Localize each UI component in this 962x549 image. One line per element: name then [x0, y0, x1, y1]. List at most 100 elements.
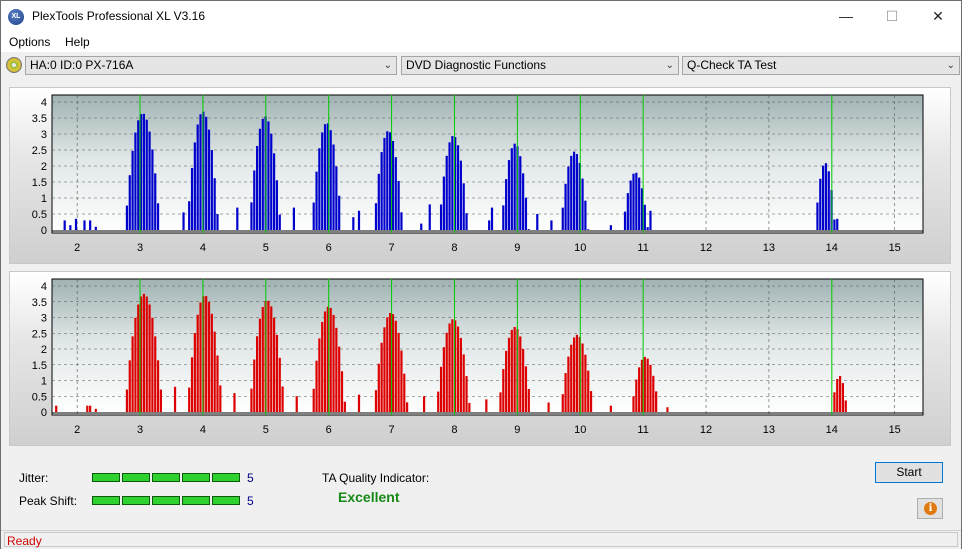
histogram-bar	[332, 144, 335, 230]
y-tick-label: 3	[41, 129, 47, 141]
y-tick-label: 2.5	[32, 145, 47, 157]
x-tick-label: 9	[514, 424, 520, 436]
histogram-bar	[267, 300, 270, 412]
bottom-ta-histogram: 0 0.5 1 1.5 2 2.5 3 3.5 4 2 3 4 5 6 7 8 9 10 11 12 13 14 15	[9, 271, 951, 446]
info-button[interactable]: i	[917, 498, 943, 519]
histogram-bar	[833, 219, 836, 230]
histogram-bar	[258, 128, 262, 230]
histogram-bar	[74, 218, 78, 230]
ta-quality-label: TA Quality Indicator:	[322, 471, 430, 485]
histogram-bar	[510, 329, 513, 412]
histogram-bar	[833, 392, 836, 412]
start-button[interactable]: Start	[875, 462, 943, 483]
histogram-bar	[428, 204, 431, 230]
x-tick-label: 5	[263, 242, 269, 254]
histogram-bar	[655, 391, 658, 412]
histogram-bar	[391, 314, 395, 412]
jitter-led-segment	[122, 473, 150, 482]
histogram-bar	[329, 130, 332, 230]
histogram-bar	[561, 207, 564, 230]
histogram-bar	[357, 210, 361, 230]
histogram-bar	[587, 370, 590, 412]
histogram-bar	[318, 148, 321, 230]
histogram-bar	[292, 207, 296, 230]
function-select[interactable]: DVD Diagnostic Functions ⌄	[401, 56, 679, 75]
jitter-label: Jitter:	[19, 471, 49, 485]
histogram-bar	[213, 178, 216, 230]
plot-area	[51, 94, 924, 234]
histogram-bar	[564, 183, 567, 230]
histogram-bar	[819, 178, 822, 230]
minimize-button[interactable]: —	[823, 1, 869, 32]
histogram-bar	[827, 171, 830, 230]
x-tick-label: 4	[200, 242, 206, 254]
menu-options[interactable]: Options	[9, 35, 50, 49]
y-tick-label: 4	[41, 281, 47, 293]
x-tick-label: 15	[889, 424, 901, 436]
histogram-bar	[219, 385, 222, 412]
x-tick-label: 3	[137, 242, 143, 254]
x-tick-label: 10	[574, 242, 586, 254]
histogram-bar	[154, 173, 157, 230]
x-tick-label: 4	[200, 424, 206, 436]
histogram-bar	[137, 120, 140, 230]
histogram-bar	[315, 360, 318, 412]
jitter-led-segment	[212, 473, 240, 482]
test-select[interactable]: Q-Check TA Test ⌄	[682, 56, 960, 75]
histogram-bar	[468, 402, 471, 412]
x-tick-label: 10	[574, 424, 586, 436]
maximize-button[interactable]: ☐	[869, 1, 915, 32]
histogram-bar	[442, 347, 445, 412]
histogram-bar	[389, 132, 392, 230]
histogram-bar	[505, 179, 508, 230]
histogram-bar	[386, 131, 389, 230]
histogram-bar	[527, 229, 530, 230]
histogram-bar	[128, 175, 131, 230]
histogram-bar	[151, 317, 154, 412]
status-panel	[4, 532, 958, 547]
histogram-bar	[83, 220, 86, 230]
histogram-bar	[397, 180, 400, 230]
histogram-bar	[439, 366, 443, 412]
histogram-bar	[456, 326, 460, 412]
histogram-bar	[519, 156, 522, 230]
histogram-bar	[272, 317, 276, 412]
histogram-bar	[513, 326, 516, 412]
histogram-bar	[357, 394, 361, 412]
chevron-down-icon: ⌄	[665, 60, 674, 71]
y-tick-label: 3.5	[32, 297, 47, 309]
histogram-bar	[643, 204, 646, 230]
histogram-bar	[524, 197, 528, 230]
drive-select-value: HA:0 ID:0 PX-716A	[30, 58, 134, 72]
histogram-bar	[485, 399, 488, 412]
histogram-bar	[400, 212, 403, 230]
histogram-bar	[151, 149, 154, 230]
histogram-bar	[210, 313, 213, 412]
y-tick-label: 2	[41, 344, 47, 356]
histogram-bar	[193, 142, 196, 230]
histogram-bar	[439, 204, 443, 230]
histogram-bar	[572, 151, 576, 230]
histogram-bar	[193, 333, 196, 412]
histogram-bar	[609, 225, 612, 230]
histogram-bar	[270, 306, 273, 412]
histogram-bar	[267, 121, 270, 230]
ta-quality-value: Excellent	[338, 489, 400, 505]
histogram-bar	[131, 150, 134, 230]
histogram-bar	[547, 402, 550, 412]
x-tick-label: 13	[763, 424, 775, 436]
chevron-down-icon: ⌄	[946, 60, 955, 71]
toolbar: HA:0 ID:0 PX-716A ⌄ DVD Diagnostic Funct…	[1, 53, 961, 79]
close-button[interactable]: ✕	[915, 1, 961, 32]
menu-help[interactable]: Help	[65, 35, 90, 49]
x-tick-label: 7	[389, 242, 395, 254]
histogram-bar	[822, 165, 825, 230]
drive-select[interactable]: HA:0 ID:0 PX-716A ⌄	[25, 56, 397, 75]
histogram-bar	[505, 350, 508, 412]
histogram-bar	[278, 214, 281, 230]
histogram-bar	[125, 389, 129, 412]
histogram-bar	[145, 296, 148, 412]
histogram-bar	[190, 357, 194, 412]
peak-shift-led-segment	[122, 496, 150, 505]
histogram-bar	[188, 387, 191, 412]
